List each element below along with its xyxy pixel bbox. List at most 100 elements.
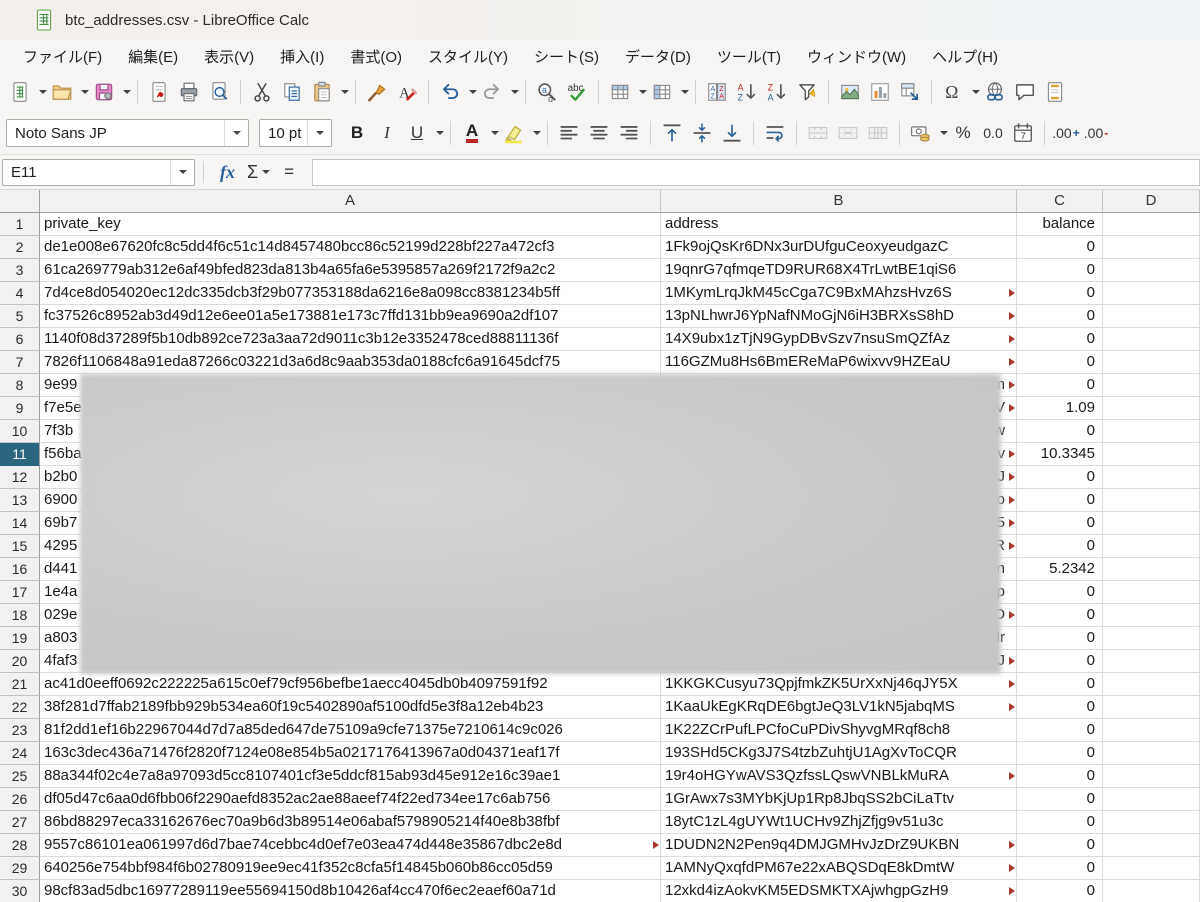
cell-A30[interactable]: 98cf83ad5dbc16977289119ee55694150d8b1042… xyxy=(40,880,661,902)
cell-C24[interactable]: 0 xyxy=(1017,742,1103,765)
cell-C11[interactable]: 10.3345 xyxy=(1017,443,1103,466)
cell-C6[interactable]: 0 xyxy=(1017,328,1103,351)
print-preview-button[interactable] xyxy=(204,77,234,107)
add-decimal-button[interactable]: .00+ xyxy=(1051,118,1081,148)
column-header-D[interactable]: D xyxy=(1103,190,1200,213)
cell-C17[interactable]: 0 xyxy=(1017,581,1103,604)
new-document-button[interactable] xyxy=(5,77,35,107)
row-header-8[interactable]: 8 xyxy=(0,374,40,397)
cell-D17[interactable] xyxy=(1103,581,1200,604)
insert-column-button[interactable] xyxy=(647,77,677,107)
cell-C19[interactable]: 0 xyxy=(1017,627,1103,650)
cell-C25[interactable]: 0 xyxy=(1017,765,1103,788)
cell-C8[interactable]: 0 xyxy=(1017,374,1103,397)
cell-B25[interactable]: 19r4oHGYwAVS3QzfssLQswVNBLkMuRA xyxy=(661,765,1017,788)
cell-C30[interactable]: 0 xyxy=(1017,880,1103,902)
autofilter-button[interactable] xyxy=(792,77,822,107)
row-header-25[interactable]: 25 xyxy=(0,765,40,788)
menu-tools[interactable]: ツール(T) xyxy=(704,41,794,72)
sort-ascending-button[interactable]: AZ xyxy=(732,77,762,107)
cell-A21[interactable]: ac41d0eeff0692c222225a615c0ef79cf956befb… xyxy=(40,673,661,696)
function-wizard-button[interactable]: fx xyxy=(212,162,243,183)
cell-B27[interactable]: 18ytC1zL4gUYWt1UCHv9ZhjZfjg9v51u3c xyxy=(661,811,1017,834)
cell-D11[interactable] xyxy=(1103,443,1200,466)
delete-decimal-button[interactable]: .00- xyxy=(1081,118,1111,148)
highlighting-color-button[interactable] xyxy=(499,118,529,148)
row-header-28[interactable]: 28 xyxy=(0,834,40,857)
menu-window[interactable]: ウィンドウ(W) xyxy=(794,41,919,72)
sort-button[interactable]: AZZA xyxy=(702,77,732,107)
row-header-6[interactable]: 6 xyxy=(0,328,40,351)
cell-A24[interactable]: 163c3dec436a71476f2820f7124e08e854b5a021… xyxy=(40,742,661,765)
row-header-21[interactable]: 21 xyxy=(0,673,40,696)
column-header-B[interactable]: B xyxy=(661,190,1017,213)
align-top-button[interactable] xyxy=(657,118,687,148)
italic-button[interactable]: I xyxy=(372,118,402,148)
cell-C12[interactable]: 0 xyxy=(1017,466,1103,489)
export-pdf-button[interactable] xyxy=(144,77,174,107)
cell-A7[interactable]: 7826f1106848a91eda87266c03221d3a6d8c9aab… xyxy=(40,351,661,374)
undo-dropdown-caret-icon[interactable] xyxy=(469,90,477,94)
font-color-dropdown-caret-icon[interactable] xyxy=(491,131,499,135)
cell-D29[interactable] xyxy=(1103,857,1200,880)
cell-C3[interactable]: 0 xyxy=(1017,259,1103,282)
row-header-24[interactable]: 24 xyxy=(0,742,40,765)
cell-A6[interactable]: 1140f08d37289f5b10db892ce723a3aa72d9011c… xyxy=(40,328,661,351)
cell-C20[interactable]: 0 xyxy=(1017,650,1103,673)
row-header-12[interactable]: 12 xyxy=(0,466,40,489)
cell-B22[interactable]: 1KaaUkEgKRqDE6bgtJeQ3LV1kN5jabqMS xyxy=(661,696,1017,719)
cell-A23[interactable]: 81f2dd1ef16b22967044d7d7a85ded647de75109… xyxy=(40,719,661,742)
cell-D21[interactable] xyxy=(1103,673,1200,696)
row-header-20[interactable]: 20 xyxy=(0,650,40,673)
font-color-button[interactable]: A xyxy=(457,118,487,148)
merge-cells-button[interactable] xyxy=(833,118,863,148)
format-currency-button[interactable] xyxy=(906,118,936,148)
cell-C21[interactable]: 0 xyxy=(1017,673,1103,696)
row-header-22[interactable]: 22 xyxy=(0,696,40,719)
cell-D5[interactable] xyxy=(1103,305,1200,328)
cell-A26[interactable]: df05d47c6aa0d6fbb06f2290aefd8352ac2ae88a… xyxy=(40,788,661,811)
format-currency-dropdown-caret-icon[interactable] xyxy=(940,131,948,135)
cell-B24[interactable]: 193SHd5CKg3J7S4tzbZuhtjU1AgXvToCQR xyxy=(661,742,1017,765)
row-header-4[interactable]: 4 xyxy=(0,282,40,305)
cell-C2[interactable]: 0 xyxy=(1017,236,1103,259)
cell-C22[interactable]: 0 xyxy=(1017,696,1103,719)
redo-dropdown-caret-icon[interactable] xyxy=(511,90,519,94)
underline-button[interactable]: U xyxy=(402,118,432,148)
cell-D22[interactable] xyxy=(1103,696,1200,719)
font-size-combo[interactable]: 10 pt xyxy=(259,119,332,147)
new-document-dropdown-caret-icon[interactable] xyxy=(39,90,47,94)
row-header-2[interactable]: 2 xyxy=(0,236,40,259)
row-header-1[interactable]: 1 xyxy=(0,213,40,236)
cut-button[interactable] xyxy=(247,77,277,107)
cell-B7[interactable]: 116GZMu8Hs6BmEReMaP6wixvv9HZEaU xyxy=(661,351,1017,374)
cell-D18[interactable] xyxy=(1103,604,1200,627)
font-name-combo[interactable]: Noto Sans JP xyxy=(6,119,249,147)
font-name-dropdown[interactable] xyxy=(224,120,248,146)
cell-D3[interactable] xyxy=(1103,259,1200,282)
cell-B3[interactable]: 19qnrG7qfmqeTD9RUR68X4TrLwtBE1qiS6 xyxy=(661,259,1017,282)
special-character-dropdown-caret-icon[interactable] xyxy=(972,90,980,94)
cell-B2[interactable]: 1Fk9ojQsKr6DNx3urDUfguCeoxyeudgazC xyxy=(661,236,1017,259)
cell-D1[interactable] xyxy=(1103,213,1200,236)
unmerge-cells-button[interactable] xyxy=(863,118,893,148)
row-header-9[interactable]: 9 xyxy=(0,397,40,420)
cell-A25[interactable]: 88a344f02c4e7a8a97093d5cc8107401cf3e5ddc… xyxy=(40,765,661,788)
row-header-15[interactable]: 15 xyxy=(0,535,40,558)
pivot-table-button[interactable] xyxy=(895,77,925,107)
row-header-26[interactable]: 26 xyxy=(0,788,40,811)
redo-button[interactable] xyxy=(477,77,507,107)
column-header-C[interactable]: C xyxy=(1017,190,1103,213)
cell-A4[interactable]: 7d4ce8d054020ec12dc335dcb3f29b077353188d… xyxy=(40,282,661,305)
format-date-button[interactable]: 7 xyxy=(1008,118,1038,148)
cell-B26[interactable]: 1GrAwx7s3MYbKjUp1Rp8JbqSS2bCiLaTtv xyxy=(661,788,1017,811)
cell-D27[interactable] xyxy=(1103,811,1200,834)
cell-C14[interactable]: 0 xyxy=(1017,512,1103,535)
menu-styles[interactable]: スタイル(Y) xyxy=(415,41,521,72)
open-file-dropdown-caret-icon[interactable] xyxy=(81,90,89,94)
cell-C13[interactable]: 0 xyxy=(1017,489,1103,512)
cell-B5[interactable]: 13pNLhwrJ6YpNafNMoGjN6iH3BRXsS8hD xyxy=(661,305,1017,328)
cell-C23[interactable]: 0 xyxy=(1017,719,1103,742)
cell-D13[interactable] xyxy=(1103,489,1200,512)
merge-and-center-button[interactable] xyxy=(803,118,833,148)
